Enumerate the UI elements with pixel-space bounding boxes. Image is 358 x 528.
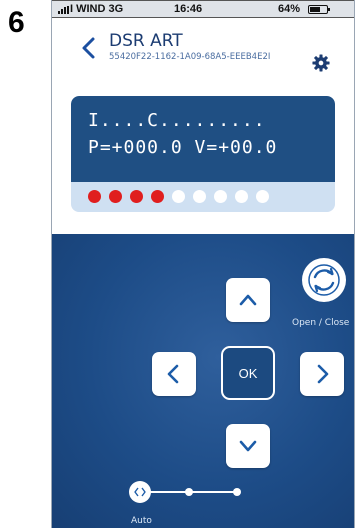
device-id: 55420F22-1162-1A09-68A5-EEEB4E2I: [109, 52, 271, 62]
led-indicator: [130, 190, 143, 203]
phone-screen: I WIND 3G 16:46 64% DSR ART 55420F22-116…: [51, 0, 355, 528]
device-display-panel: I....C......... P=+000.0 V=+00.0: [71, 96, 335, 212]
led-indicator-row: [88, 190, 269, 204]
slider-stop-end[interactable]: [233, 488, 241, 496]
chevron-left-icon: [167, 364, 179, 384]
up-button[interactable]: [226, 278, 270, 322]
right-button[interactable]: [300, 352, 344, 396]
battery-percentage: 64%: [278, 3, 301, 15]
led-indicator: [235, 190, 248, 203]
led-indicator: [172, 190, 185, 203]
left-button[interactable]: [152, 352, 196, 396]
chevron-right-icon: [317, 364, 329, 384]
status-bar: I WIND 3G 16:46 64%: [52, 0, 354, 18]
led-indicator: [151, 190, 164, 203]
chevron-down-icon: [239, 440, 257, 452]
led-indicator: [88, 190, 101, 203]
status-time: 16:46: [174, 3, 203, 15]
battery-fill: [310, 7, 320, 12]
open-close-button[interactable]: [302, 258, 346, 302]
slider-stop-middle[interactable]: [185, 488, 193, 496]
code-brackets-icon: [134, 487, 146, 497]
refresh-cycle-icon: [308, 264, 340, 296]
signal-strength-icon: [58, 6, 69, 14]
down-button[interactable]: [226, 424, 270, 468]
led-indicator: [214, 190, 227, 203]
lcd-screen: I....C......... P=+000.0 V=+00.0: [71, 96, 335, 182]
led-indicator: [193, 190, 206, 203]
battery-icon: [308, 5, 330, 14]
open-close-label: Open / Close: [292, 318, 350, 328]
ok-button[interactable]: OK: [221, 346, 275, 400]
led-indicator: [256, 190, 269, 203]
step-number: 6: [8, 6, 25, 39]
gear-icon[interactable]: [312, 54, 330, 72]
auto-label: Auto: [131, 516, 152, 526]
device-name: DSR ART: [109, 31, 183, 51]
carrier-label: I WIND 3G: [70, 3, 124, 15]
back-chevron-icon[interactable]: [78, 36, 100, 60]
ok-label: OK: [238, 365, 258, 381]
lcd-line-2: P=+000.0 V=+00.0: [88, 137, 278, 158]
mode-slider-handle[interactable]: [129, 481, 151, 503]
lcd-line-1: I....C.........: [88, 110, 266, 131]
led-indicator: [109, 190, 122, 203]
chevron-up-icon: [239, 294, 257, 306]
